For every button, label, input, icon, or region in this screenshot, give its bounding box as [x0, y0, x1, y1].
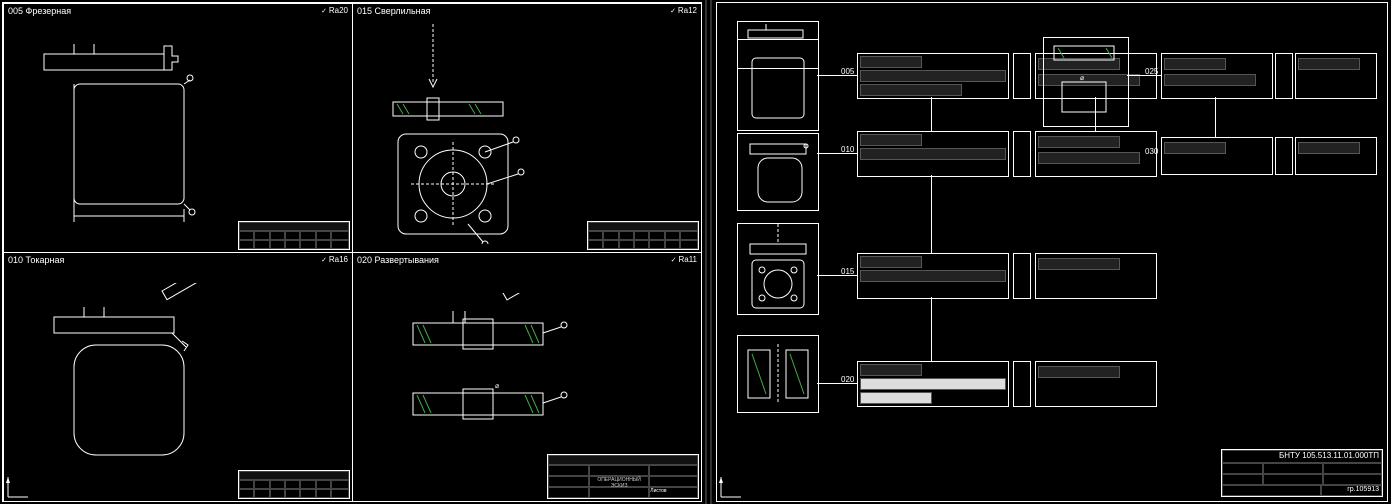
flow-node-005	[857, 53, 1009, 99]
quad-015-drilling: 015 Сверлильная Ra12	[352, 3, 702, 253]
flow-node-030-out	[1295, 137, 1377, 175]
sketch-turning	[34, 283, 234, 483]
main-titleblock: ОПЕРАЦИОННЫЙ ЭСКИЗ Листов	[547, 454, 699, 499]
flow-node-025-out	[1295, 53, 1377, 99]
sketch-reaming: ⌀	[403, 293, 603, 463]
flow-line	[931, 297, 932, 361]
flow-connector	[1275, 53, 1293, 99]
mini-titleblock	[238, 221, 350, 250]
flow-node-020-out	[1035, 361, 1157, 407]
thumb-005b	[737, 39, 819, 131]
flow-connector	[1013, 253, 1031, 299]
op-title: 005 Фрезерная	[8, 6, 71, 16]
op-title: 020 Развертывания	[357, 255, 439, 265]
op-title: 010 Токарная	[8, 255, 64, 265]
right-titleblock: БНТУ 105.513.11.01.000ТП гр.105913	[1221, 449, 1383, 497]
quad-005-milling: 005 Фрезерная Ra20	[3, 3, 353, 253]
surface-roughness: Ra11	[671, 255, 697, 264]
flow-connector	[1275, 137, 1293, 175]
sheet-operation-sketches: 005 Фрезерная Ra20	[2, 2, 702, 502]
svg-text:⌀: ⌀	[1080, 75, 1084, 82]
origin-marker	[8, 477, 28, 497]
flow-connector	[1013, 131, 1031, 177]
thumb-010	[737, 133, 819, 211]
surface-roughness: Ra20	[321, 6, 348, 15]
cad-workspace: 005 Фрезерная Ra20	[0, 0, 1391, 504]
op-number: 030	[1145, 147, 1158, 156]
flow-connector	[1013, 53, 1031, 99]
mini-titleblock	[587, 221, 699, 250]
surface-roughness: Ra16	[321, 255, 348, 264]
sketch-milling	[34, 44, 214, 244]
thumb-025-box: ⌀	[1043, 37, 1129, 127]
flow-line	[817, 383, 857, 384]
flow-connector	[1013, 361, 1031, 407]
flow-line	[817, 275, 857, 276]
flow-node-020	[857, 361, 1009, 407]
flow-line	[1215, 97, 1216, 137]
flow-node-015	[857, 253, 1009, 299]
thumb-015	[737, 223, 819, 315]
surface-roughness: Ra12	[670, 6, 697, 15]
mini-titleblock	[238, 470, 350, 499]
flow-line	[931, 97, 932, 131]
flow-node-030	[1161, 137, 1273, 175]
flow-line	[1127, 75, 1161, 76]
op-title: 015 Сверлильная	[357, 6, 431, 16]
sketch-drilling	[373, 24, 573, 244]
flow-line	[817, 153, 857, 154]
flow-line	[1095, 97, 1096, 131]
flow-node-015-out	[1035, 253, 1157, 299]
flow-node-025	[1161, 53, 1273, 99]
sheet-process-flow: 005 010 015 020	[716, 2, 1388, 502]
flow-line	[931, 175, 932, 253]
quad-020-reaming: 020 Развертывания Ra11 ⌀	[352, 252, 702, 502]
origin-marker	[721, 477, 741, 497]
flow-node-010	[857, 131, 1009, 177]
quad-010-turning: 010 Токарная Ra16	[3, 252, 353, 502]
flow-node-010-out	[1035, 131, 1157, 177]
thumb-020	[737, 335, 819, 413]
svg-text:⌀: ⌀	[495, 383, 499, 390]
sheet-separator	[702, 0, 714, 504]
flow-line	[817, 75, 857, 76]
